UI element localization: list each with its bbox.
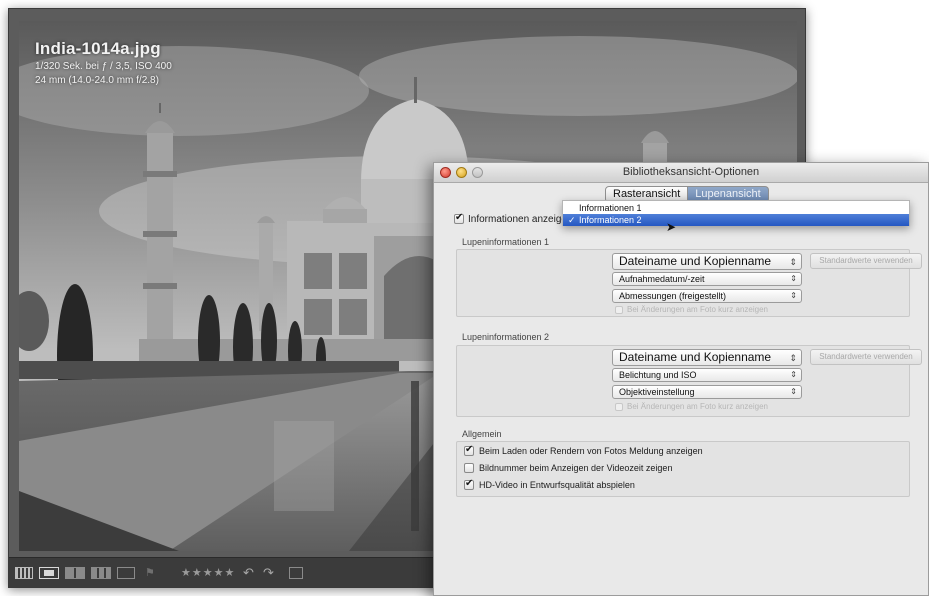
rotate-right-icon[interactable]: ↷: [263, 566, 274, 579]
loupe-info-2-group: Dateiname und Kopienname ⇕ Standardwerte…: [456, 345, 922, 417]
select-arrows-icon: ⇕: [790, 387, 797, 396]
checkmark-icon: ✓: [568, 215, 576, 225]
survey-view-icon[interactable]: [91, 567, 111, 579]
loupe-view-icon[interactable]: [39, 567, 59, 579]
select-arrows-icon: ⇕: [790, 291, 797, 300]
select-arrows-icon: ⇕: [789, 257, 797, 267]
loupe-info-1-heading: Lupeninformationen 1: [462, 237, 550, 247]
show-briefly-checkbox[interactable]: [615, 305, 623, 314]
compare-view-icon[interactable]: [65, 567, 85, 579]
general-option-draft-video[interactable]: HD-Video in Entwurfsqualität abspielen: [464, 478, 635, 490]
loupe-info-2-field-3-select[interactable]: Objektiveinstellung ⇕: [612, 385, 802, 399]
general-option-loading-message[interactable]: Beim Laden oder Rendern von Fotos Meldun…: [464, 444, 703, 456]
photo-filename: India-1014a.jpg: [35, 39, 161, 58]
loupe-info-2-heading: Lupeninformationen 2: [462, 332, 550, 342]
rotate-left-icon[interactable]: ↶: [243, 566, 254, 579]
show-info-option[interactable]: Informationen anzeigen:: [454, 212, 575, 226]
photo-info-overlay: India-1014a.jpg 1/320 Sek. bei ƒ / 3,5, …: [35, 39, 172, 87]
select-value: Dateiname und Kopienname: [619, 350, 772, 364]
photo-lens-info: 24 mm (14.0-24.0 mm f/2.8): [35, 75, 159, 86]
pointer-cursor-icon: ➤: [666, 220, 677, 234]
star-rating[interactable]: ★★★★★: [181, 567, 235, 579]
loupe-info-1-field-3-select[interactable]: Abmessungen (freigestellt) ⇕: [612, 289, 802, 303]
people-view-icon[interactable]: [117, 567, 135, 579]
draft-video-label: HD-Video in Entwurfsqualität abspielen: [479, 480, 635, 490]
select-value: Aufnahmedatum/-zeit: [619, 274, 705, 284]
select-value: Objektiveinstellung: [619, 387, 695, 397]
loupe-info-1-field-1-select[interactable]: Dateiname und Kopienname ⇕: [612, 253, 802, 270]
menu-item-info-1[interactable]: Informationen 1: [563, 202, 909, 214]
select-arrows-icon: ⇕: [790, 274, 797, 283]
show-briefly-label: Bei Änderungen am Foto kurz anzeigen: [627, 402, 768, 411]
general-heading: Allgemein: [462, 429, 502, 439]
select-value: Belichtung und ISO: [619, 370, 697, 380]
loupe-info-2-show-briefly-option[interactable]: Bei Änderungen am Foto kurz anzeigen: [615, 402, 768, 411]
frame-number-checkbox[interactable]: [464, 463, 474, 473]
frame-number-label: Bildnummer beim Anzeigen der Videozeit z…: [479, 463, 673, 473]
loupe-info-2-default-button[interactable]: Standardwerte verwenden: [810, 349, 922, 365]
flag-icon[interactable]: ⚑: [145, 567, 155, 579]
show-briefly-checkbox[interactable]: [615, 402, 623, 411]
general-option-frame-number[interactable]: Bildnummer beim Anzeigen der Videozeit z…: [464, 463, 672, 473]
show-info-label: Informationen anzeigen:: [468, 213, 576, 225]
loupe-info-1-show-briefly-option[interactable]: Bei Änderungen am Foto kurz anzeigen: [615, 305, 768, 314]
loading-message-checkbox[interactable]: [464, 444, 474, 456]
menu-item-label: Informationen 1: [579, 203, 642, 213]
info-badge-icon[interactable]: [289, 567, 303, 579]
menu-item-info-2[interactable]: ✓ Informationen 2: [563, 214, 909, 226]
select-arrows-icon: ⇕: [790, 370, 797, 379]
loupe-info-2-field-2-select[interactable]: Belichtung und ISO ⇕: [612, 368, 802, 382]
photo-exposure-info: 1/320 Sek. bei ƒ / 3,5, ISO 400: [35, 61, 172, 72]
draft-video-checkbox[interactable]: [464, 478, 474, 490]
menu-item-label: Informationen 2: [579, 215, 642, 225]
info-set-dropdown-menu: Informationen 1 ✓ Informationen 2: [562, 200, 910, 226]
dialog-titlebar: Bibliotheksansicht-Optionen: [434, 163, 928, 183]
loupe-info-1-default-button[interactable]: Standardwerte verwenden: [810, 253, 922, 269]
show-briefly-label: Bei Änderungen am Foto kurz anzeigen: [627, 305, 768, 314]
library-view-options-dialog: Bibliotheksansicht-Optionen Rasteransich…: [433, 162, 929, 596]
show-info-checkbox[interactable]: [454, 212, 464, 224]
loupe-info-1-group: Dateiname und Kopienname ⇕ Standardwerte…: [456, 249, 922, 317]
loupe-info-2-field-1-select[interactable]: Dateiname und Kopienname ⇕: [612, 349, 802, 366]
select-value: Abmessungen (freigestellt): [619, 291, 727, 301]
loupe-info-1-field-2-select[interactable]: Aufnahmedatum/-zeit ⇕: [612, 272, 802, 286]
select-arrows-icon: ⇕: [789, 353, 797, 363]
loading-message-label: Beim Laden oder Rendern von Fotos Meldun…: [479, 446, 703, 456]
select-value: Dateiname und Kopienname: [619, 254, 772, 268]
grid-view-icon[interactable]: [15, 567, 33, 579]
dialog-title: Bibliotheksansicht-Optionen: [622, 166, 760, 178]
